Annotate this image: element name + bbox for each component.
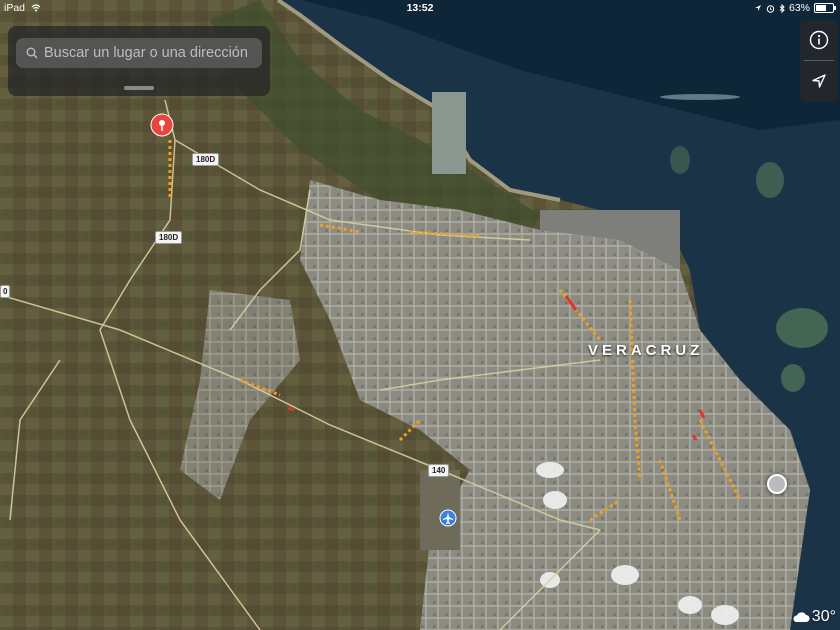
status-right: 63% — [754, 2, 836, 14]
map-controls — [800, 20, 838, 102]
location-services-icon — [754, 5, 761, 11]
info-icon — [809, 30, 829, 50]
airport-icon[interactable] — [439, 509, 457, 532]
panel-grabber-handle[interactable] — [124, 86, 154, 90]
highway-shield: 180D — [155, 231, 183, 244]
search-input[interactable] — [44, 45, 262, 61]
battery-fill — [816, 5, 827, 11]
temperature: 30° — [811, 608, 836, 625]
status-bar: iPad 13:52 63% — [0, 0, 840, 16]
highway-shield: 140 — [428, 464, 450, 477]
bluetooth-icon — [779, 3, 785, 13]
highway-shield: 180D — [192, 153, 220, 166]
search-panel — [8, 26, 270, 96]
highway-shield: 0 — [0, 285, 11, 298]
battery-percent: 63% — [788, 2, 810, 14]
red-map-pin-icon[interactable] — [150, 113, 174, 144]
location-button[interactable] — [800, 61, 838, 101]
cloud-icon — [793, 612, 810, 622]
current-location-dot[interactable] — [767, 474, 787, 494]
city-label[interactable]: VERACRUZ — [588, 342, 703, 359]
search-field[interactable] — [16, 38, 262, 68]
clock: 13:52 — [406, 2, 434, 14]
info-button[interactable] — [800, 20, 838, 60]
weather-indicator: 30° — [792, 608, 836, 626]
battery-icon — [814, 3, 836, 13]
location-arrow-icon — [812, 74, 826, 88]
search-icon — [20, 38, 44, 68]
alarm-icon — [766, 4, 775, 13]
